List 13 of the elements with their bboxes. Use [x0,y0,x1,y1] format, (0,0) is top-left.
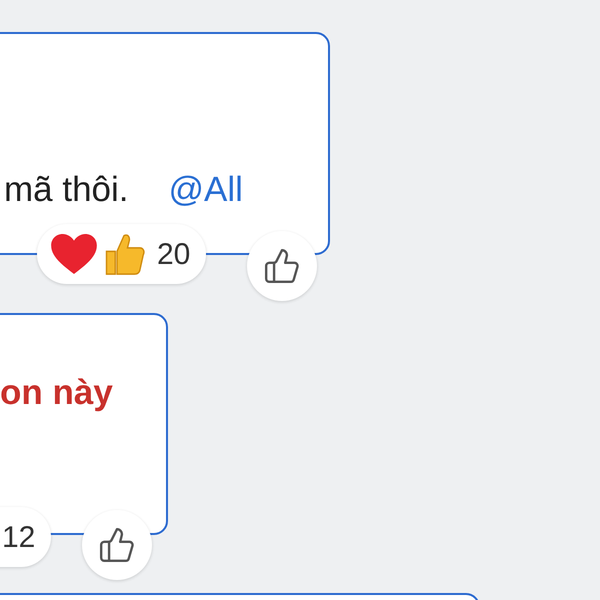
reaction-pill[interactable]: 20 [37,224,206,284]
reaction-count: 20 [157,236,190,272]
reaction-count: 12 [2,520,36,556]
message-text: mã thôi. [4,169,128,211]
reaction-pill[interactable]: 12 [0,507,52,567]
message-text: on này [0,372,113,414]
mention-link[interactable]: @All [168,164,243,216]
thumbs-up-icon [98,526,136,564]
heart-icon [51,234,97,274]
thumbs-up-icon [103,232,145,276]
like-button[interactable] [82,510,152,580]
like-button[interactable] [247,231,317,301]
thumbs-up-icon [263,247,301,285]
